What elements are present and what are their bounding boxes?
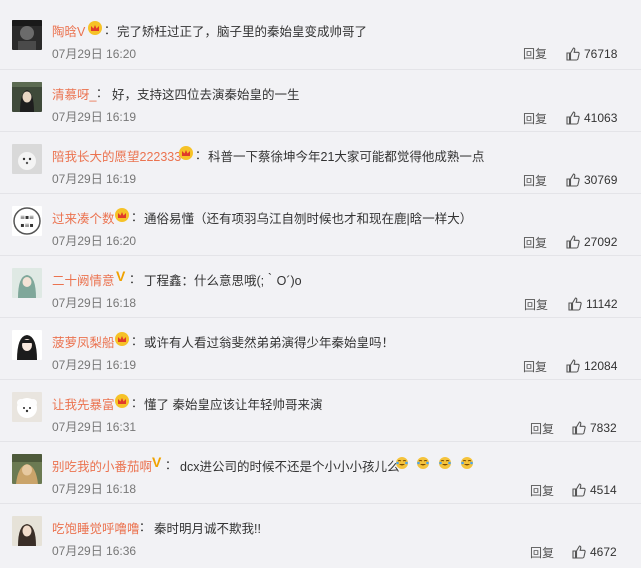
tears-of-joy-emoji-icon <box>461 457 473 469</box>
username[interactable]: 菠萝凤梨船 <box>52 332 115 351</box>
svg-text:≡▪≡: ≡▪≡ <box>20 214 34 221</box>
crown-badge-icon <box>115 394 129 408</box>
comment-time: 07月29日 16:20 <box>52 47 137 61</box>
username[interactable]: 二十阙情意 <box>52 270 115 289</box>
tears-of-joy-emoji-icon <box>396 457 408 469</box>
thumbs-up-icon <box>572 483 586 497</box>
comment-text: 科普一下蔡徐坤今年21大家可能都觉得他成熟一点 <box>208 150 485 164</box>
reply-button[interactable]: 回复 <box>530 420 554 437</box>
comment-time: 07月29日 16:19 <box>52 110 137 124</box>
comment-time: 07月29日 16:18 <box>52 296 137 310</box>
comment-item: 菠萝凤梨船 ： 或许有人看过翁斐然弟弟演得少年秦始皇吗！ 07月29日 16:1… <box>0 318 641 380</box>
tears-of-joy-emoji-icon <box>417 457 429 469</box>
avatar[interactable] <box>12 144 42 174</box>
comment-colon: ： <box>131 210 144 224</box>
username[interactable]: 吃饱睡觉呼噜噜 <box>52 518 140 537</box>
thumbs-up-icon <box>566 235 580 249</box>
avatar[interactable] <box>12 82 42 112</box>
crown-badge-icon <box>115 208 129 222</box>
avatar[interactable] <box>12 268 42 298</box>
svg-text:▪≡▪: ▪≡▪ <box>20 222 33 229</box>
reply-button[interactable]: 回复 <box>524 296 548 313</box>
tears-of-joy-emoji-icon <box>439 457 451 469</box>
username[interactable]: 陶晗V <box>52 21 85 40</box>
comment-item: 二十阙情意 V ： 丁程鑫：什么意思哦(;｀O´)o 07月29日 16:18 … <box>0 256 641 318</box>
reply-button[interactable]: 回复 <box>530 544 554 561</box>
like-count: 11142 <box>586 297 618 311</box>
comment-item: 让我先暴富 ： 懂了 秦始皇应该让年轻帅哥来演 07月29日 16:31 回复 … <box>0 380 641 442</box>
thumbs-up-icon <box>566 111 580 125</box>
username[interactable]: 别吃我的小番茄啊 <box>52 456 152 475</box>
thumbs-up-icon <box>572 421 586 435</box>
thumbs-up-icon <box>566 359 580 373</box>
username[interactable]: 过来凑个数 <box>52 208 115 227</box>
comment-text: 或许有人看过翁斐然弟弟演得少年秦始皇吗！ <box>144 336 395 350</box>
comment-text: 秦时明月诚不欺我!! <box>154 522 261 536</box>
comment-time: 07月29日 16:31 <box>52 420 137 434</box>
reply-button[interactable]: 回复 <box>523 110 547 127</box>
comment-colon: ： <box>129 272 142 286</box>
comment-colon: ： <box>139 520 152 534</box>
comment-time: 07月29日 16:20 <box>52 234 137 248</box>
avatar[interactable] <box>12 516 42 546</box>
like-count: 76718 <box>584 47 618 61</box>
comment-text: 完了矫枉过正了，脑子里的秦始皇变成帅哥了 <box>117 25 368 39</box>
comment-list: 陶晗V ： 完了矫枉过正了，脑子里的秦始皇变成帅哥了 07月29日 16:20 … <box>0 0 641 560</box>
comment-colon: ： <box>195 148 208 162</box>
reply-button[interactable]: 回复 <box>523 45 547 62</box>
comment-colon: ： <box>131 396 144 410</box>
comment-colon: ： <box>96 86 109 100</box>
avatar[interactable] <box>12 330 42 360</box>
reply-button[interactable]: 回复 <box>523 234 547 251</box>
like-count: 7832 <box>590 421 617 435</box>
comment-time: 07月29日 16:19 <box>52 358 137 372</box>
like-count: 41063 <box>584 111 618 125</box>
username[interactable]: 清慕呀_ <box>52 84 96 103</box>
like-count: 12084 <box>584 359 618 373</box>
username[interactable]: 让我先暴富 <box>52 394 115 413</box>
v-badge-icon: V <box>116 268 126 284</box>
avatar[interactable] <box>12 392 42 422</box>
avatar[interactable]: ≡▪≡ ▪≡▪ <box>12 206 42 236</box>
like-count: 4514 <box>590 483 617 497</box>
comment-text: dcx进公司的时候不还是个小小小孩儿么 <box>180 460 400 474</box>
comment-text: 好，支持这四位去演秦始皇的一生 <box>112 88 300 102</box>
crown-badge-icon <box>179 146 193 160</box>
reply-button[interactable]: 回复 <box>523 358 547 375</box>
comment-colon: ： <box>131 334 144 348</box>
username[interactable]: 陪我长大的愿望222333 <box>52 146 181 165</box>
like-count: 30769 <box>584 173 618 187</box>
comment-colon: ： <box>165 458 178 472</box>
v-badge-icon: V <box>152 454 162 470</box>
thumbs-up-icon <box>566 173 580 187</box>
thumbs-up-icon <box>566 47 580 61</box>
comment-text: 丁程鑫：什么意思哦(;｀O´)o <box>144 274 302 288</box>
comment-item: 陪我长大的愿望222333 ： 科普一下蔡徐坤今年21大家可能都觉得他成熟一点 … <box>0 132 641 194</box>
comment-text: 懂了 秦始皇应该让年轻帅哥来演 <box>144 398 323 412</box>
comment-time: 07月29日 16:18 <box>52 482 137 496</box>
crown-badge-icon <box>115 332 129 346</box>
like-count: 4672 <box>590 545 617 559</box>
avatar[interactable] <box>12 20 42 50</box>
comment-item: 别吃我的小番茄啊 V ： dcx进公司的时候不还是个小小小孩儿么 07月29日 … <box>0 442 641 504</box>
comment-item: ≡▪≡ ▪≡▪ 过来凑个数 ： 通俗易懂（还有项羽乌江自刎时候也才和现在鹿|晗一样… <box>0 194 641 256</box>
comment-colon: ： <box>104 23 117 37</box>
comment-item: 陶晗V ： 完了矫枉过正了，脑子里的秦始皇变成帅哥了 07月29日 16:20 … <box>0 0 641 70</box>
comment-time: 07月29日 16:36 <box>52 544 137 558</box>
reply-button[interactable]: 回复 <box>530 482 554 499</box>
comment-item: 清慕呀_ ： 好，支持这四位去演秦始皇的一生 07月29日 16:19 回复 4… <box>0 70 641 132</box>
comment-text: 通俗易懂（还有项羽乌江自刎时候也才和现在鹿|晗一样大） <box>144 212 473 226</box>
thumbs-up-icon <box>568 297 582 311</box>
comment-item: 吃饱睡觉呼噜噜 ： 秦时明月诚不欺我!! 07月29日 16:36 回复 467… <box>0 504 641 568</box>
crown-badge-icon <box>88 21 102 35</box>
thumbs-up-icon <box>572 545 586 559</box>
comment-time: 07月29日 16:19 <box>52 172 137 186</box>
like-count: 27092 <box>584 235 618 249</box>
reply-button[interactable]: 回复 <box>523 172 547 189</box>
avatar[interactable] <box>12 454 42 484</box>
